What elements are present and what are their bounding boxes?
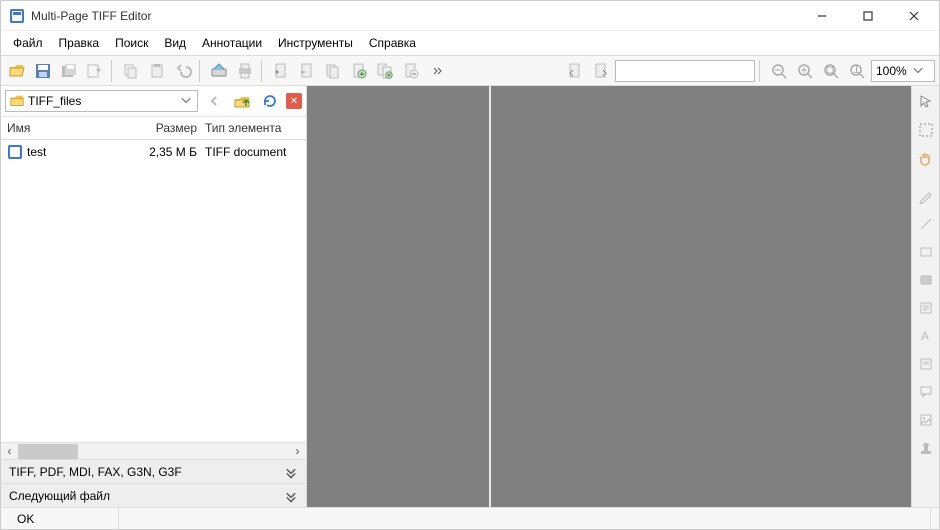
open-button[interactable] bbox=[5, 59, 29, 83]
col-size[interactable]: Размер bbox=[143, 121, 205, 135]
canvas[interactable] bbox=[491, 86, 911, 507]
copy-button[interactable] bbox=[119, 59, 143, 83]
paste-button[interactable] bbox=[145, 59, 169, 83]
nav-refresh-button[interactable] bbox=[258, 89, 282, 113]
filled-rect-tool[interactable] bbox=[914, 268, 938, 292]
statusbar: OK bbox=[1, 507, 939, 529]
scroll-thumb[interactable] bbox=[18, 444, 78, 459]
save-button[interactable] bbox=[31, 59, 55, 83]
zoom-actual-button[interactable]: 1 bbox=[845, 59, 869, 83]
minimize-button[interactable] bbox=[799, 1, 845, 31]
menu-search[interactable]: Поиск bbox=[107, 33, 156, 53]
scan-button[interactable] bbox=[207, 59, 231, 83]
file-list: Имя Размер Тип элемента test 2,35 М Б TI… bbox=[1, 117, 306, 459]
nextfile-select[interactable]: Следующий файл bbox=[1, 483, 306, 507]
callout-tool[interactable] bbox=[914, 380, 938, 404]
pointer-tool[interactable] bbox=[914, 90, 938, 114]
zoom-select[interactable]: 100% bbox=[871, 60, 935, 82]
export-button[interactable] bbox=[83, 59, 107, 83]
pencil-tool[interactable] bbox=[914, 184, 938, 208]
page-replace-button[interactable] bbox=[399, 59, 423, 83]
page-insert-button[interactable] bbox=[347, 59, 371, 83]
page-delete-button[interactable] bbox=[295, 59, 319, 83]
nav-back-button[interactable] bbox=[202, 89, 226, 113]
chevron-down-icon bbox=[284, 489, 298, 503]
file-list-header: Имя Размер Тип элемента bbox=[1, 117, 306, 140]
highlight-tool[interactable] bbox=[914, 352, 938, 376]
folder-icon bbox=[10, 94, 24, 108]
window-title: Multi-Page TIFF Editor bbox=[31, 9, 799, 23]
zoom-out-button[interactable] bbox=[767, 59, 791, 83]
main: TIFF_files ✕ Имя Размер Тип элемента tes… bbox=[1, 86, 939, 507]
menu-tools[interactable]: Инструменты bbox=[270, 33, 361, 53]
text-tool[interactable]: A bbox=[914, 324, 938, 348]
path-select[interactable]: TIFF_files bbox=[5, 90, 198, 112]
line-tool[interactable] bbox=[914, 212, 938, 236]
chevron-down-icon bbox=[911, 64, 925, 78]
zoom-value: 100% bbox=[876, 64, 907, 78]
page-append-button[interactable] bbox=[373, 59, 397, 83]
zoom-fit-button[interactable] bbox=[819, 59, 843, 83]
page-duplicate-button[interactable] bbox=[321, 59, 345, 83]
col-type[interactable]: Тип элемента bbox=[205, 121, 300, 135]
save-all-button[interactable] bbox=[57, 59, 81, 83]
menu-help[interactable]: Справка bbox=[361, 33, 424, 53]
undo-button[interactable] bbox=[171, 59, 195, 83]
chevron-down-icon bbox=[179, 94, 193, 108]
next-page-button[interactable] bbox=[589, 59, 613, 83]
file-type: TIFF document bbox=[205, 145, 300, 159]
h-scrollbar[interactable]: ‹ › bbox=[1, 442, 306, 459]
svg-text:A: A bbox=[921, 329, 929, 343]
titlebar: Multi-Page TIFF Editor bbox=[1, 1, 939, 31]
file-row[interactable]: test 2,35 М Б TIFF document bbox=[1, 140, 306, 164]
zoom-in-button[interactable] bbox=[793, 59, 817, 83]
menu-annotations[interactable]: Аннотации bbox=[194, 33, 270, 53]
panel-close-button[interactable]: ✕ bbox=[286, 93, 302, 109]
menu-file[interactable]: Файл bbox=[5, 33, 51, 53]
scroll-right-button[interactable]: › bbox=[289, 444, 306, 459]
nav-bar: TIFF_files ✕ bbox=[1, 86, 306, 117]
menu-view[interactable]: Вид bbox=[156, 33, 194, 53]
toolbar: 1 100% bbox=[1, 56, 939, 86]
filter-label: TIFF, PDF, MDI, FAX, G3N, G3F bbox=[9, 465, 182, 479]
col-name[interactable]: Имя bbox=[7, 121, 143, 135]
menu-edit[interactable]: Правка bbox=[51, 33, 108, 53]
path-label: TIFF_files bbox=[28, 94, 81, 108]
file-panel: TIFF_files ✕ Имя Размер Тип элемента tes… bbox=[1, 86, 307, 507]
note-tool[interactable] bbox=[914, 296, 938, 320]
close-button[interactable] bbox=[891, 1, 937, 31]
hand-tool[interactable] bbox=[914, 146, 938, 170]
print-button[interactable] bbox=[233, 59, 257, 83]
scroll-left-button[interactable]: ‹ bbox=[1, 444, 18, 459]
marquee-tool[interactable] bbox=[914, 118, 938, 142]
toolbar-overflow-button[interactable] bbox=[425, 59, 449, 83]
prev-page-button[interactable] bbox=[563, 59, 587, 83]
image-annot-tool[interactable] bbox=[914, 408, 938, 432]
tiff-file-icon bbox=[7, 144, 23, 160]
svg-text:1: 1 bbox=[853, 62, 860, 76]
rect-tool[interactable] bbox=[914, 240, 938, 264]
file-name: test bbox=[27, 145, 143, 159]
menubar: Файл Правка Поиск Вид Аннотации Инструме… bbox=[1, 31, 939, 56]
tools-panel: A bbox=[911, 86, 939, 507]
page-input[interactable] bbox=[615, 60, 755, 82]
filter-select[interactable]: TIFF, PDF, MDI, FAX, G3N, G3F bbox=[1, 459, 306, 483]
thumbnail-panel bbox=[307, 86, 491, 507]
nav-up-button[interactable] bbox=[230, 89, 254, 113]
file-size: 2,35 М Б bbox=[143, 145, 205, 159]
maximize-button[interactable] bbox=[845, 1, 891, 31]
stamp-tool[interactable] bbox=[914, 436, 938, 460]
app-icon bbox=[9, 8, 25, 24]
status-ok: OK bbox=[9, 508, 119, 529]
page-add-button[interactable] bbox=[269, 59, 293, 83]
chevron-down-icon bbox=[284, 465, 298, 479]
status-empty bbox=[119, 508, 931, 529]
nextfile-label: Следующий файл bbox=[9, 489, 110, 503]
